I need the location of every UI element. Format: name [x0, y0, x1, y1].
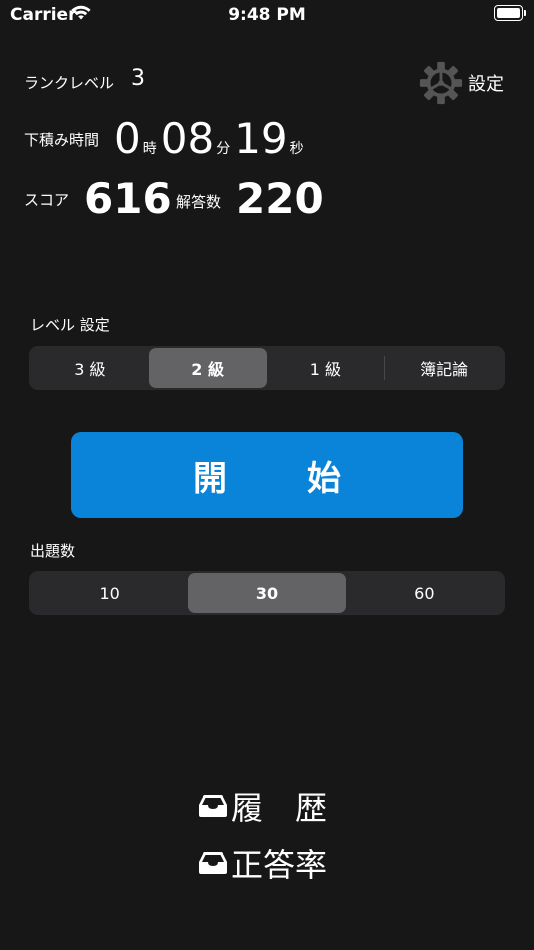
hours-unit: 時 — [142, 141, 157, 157]
rank-level-value: 3 — [131, 66, 145, 91]
count-option-10[interactable]: 10 — [31, 573, 188, 613]
score-label: スコア — [24, 191, 70, 209]
answers-value: 220 — [236, 174, 324, 223]
seconds-unit: 秒 — [289, 141, 304, 157]
battery-icon — [494, 5, 526, 21]
study-time-value: 0 時 08 分 19 秒 — [114, 118, 308, 160]
start-button[interactable]: 開 始 — [71, 432, 463, 518]
accuracy-label: 正答率 — [231, 846, 328, 884]
level-option-3[interactable]: 3 級 — [31, 348, 149, 388]
question-count-label: 出題数 — [30, 542, 76, 560]
level-option-boki-theory[interactable]: 簿記論 — [385, 348, 503, 388]
count-option-30[interactable]: 30 — [188, 573, 346, 613]
settings-button[interactable]: 設定 — [418, 60, 504, 106]
minutes-value: 08 — [160, 114, 215, 163]
rank-level-label: ランクレベル — [24, 74, 115, 92]
gear-icon — [419, 61, 463, 105]
answers-label: 解答数 — [176, 193, 222, 211]
start-button-char-1: 開 — [193, 458, 227, 499]
tray-icon — [199, 852, 227, 874]
settings-label: 設定 — [468, 74, 504, 95]
count-option-60[interactable]: 60 — [346, 573, 503, 613]
status-time: 9:48 PM — [228, 5, 306, 25]
score-value: 616 — [84, 174, 172, 223]
level-section-label: レベル 設定 — [30, 316, 110, 334]
minutes-unit: 分 — [216, 141, 231, 157]
level-segmented-control: 3 級 2 級 1 級 簿記論 — [29, 346, 505, 390]
history-label: 履 歴 — [231, 789, 328, 827]
start-button-char-2: 始 — [307, 458, 341, 499]
study-time-label: 下積み時間 — [24, 131, 100, 149]
tray-icon — [199, 795, 227, 817]
history-link[interactable]: 履 歴 — [197, 783, 327, 829]
seconds-value: 19 — [234, 114, 288, 163]
hours-value: 0 — [114, 114, 141, 163]
level-option-2[interactable]: 2 級 — [148, 348, 267, 388]
level-option-1[interactable]: 1 級 — [267, 348, 385, 388]
accuracy-link[interactable]: 正答率 — [197, 840, 327, 886]
question-count-segmented-control: 10 30 60 — [29, 571, 505, 615]
